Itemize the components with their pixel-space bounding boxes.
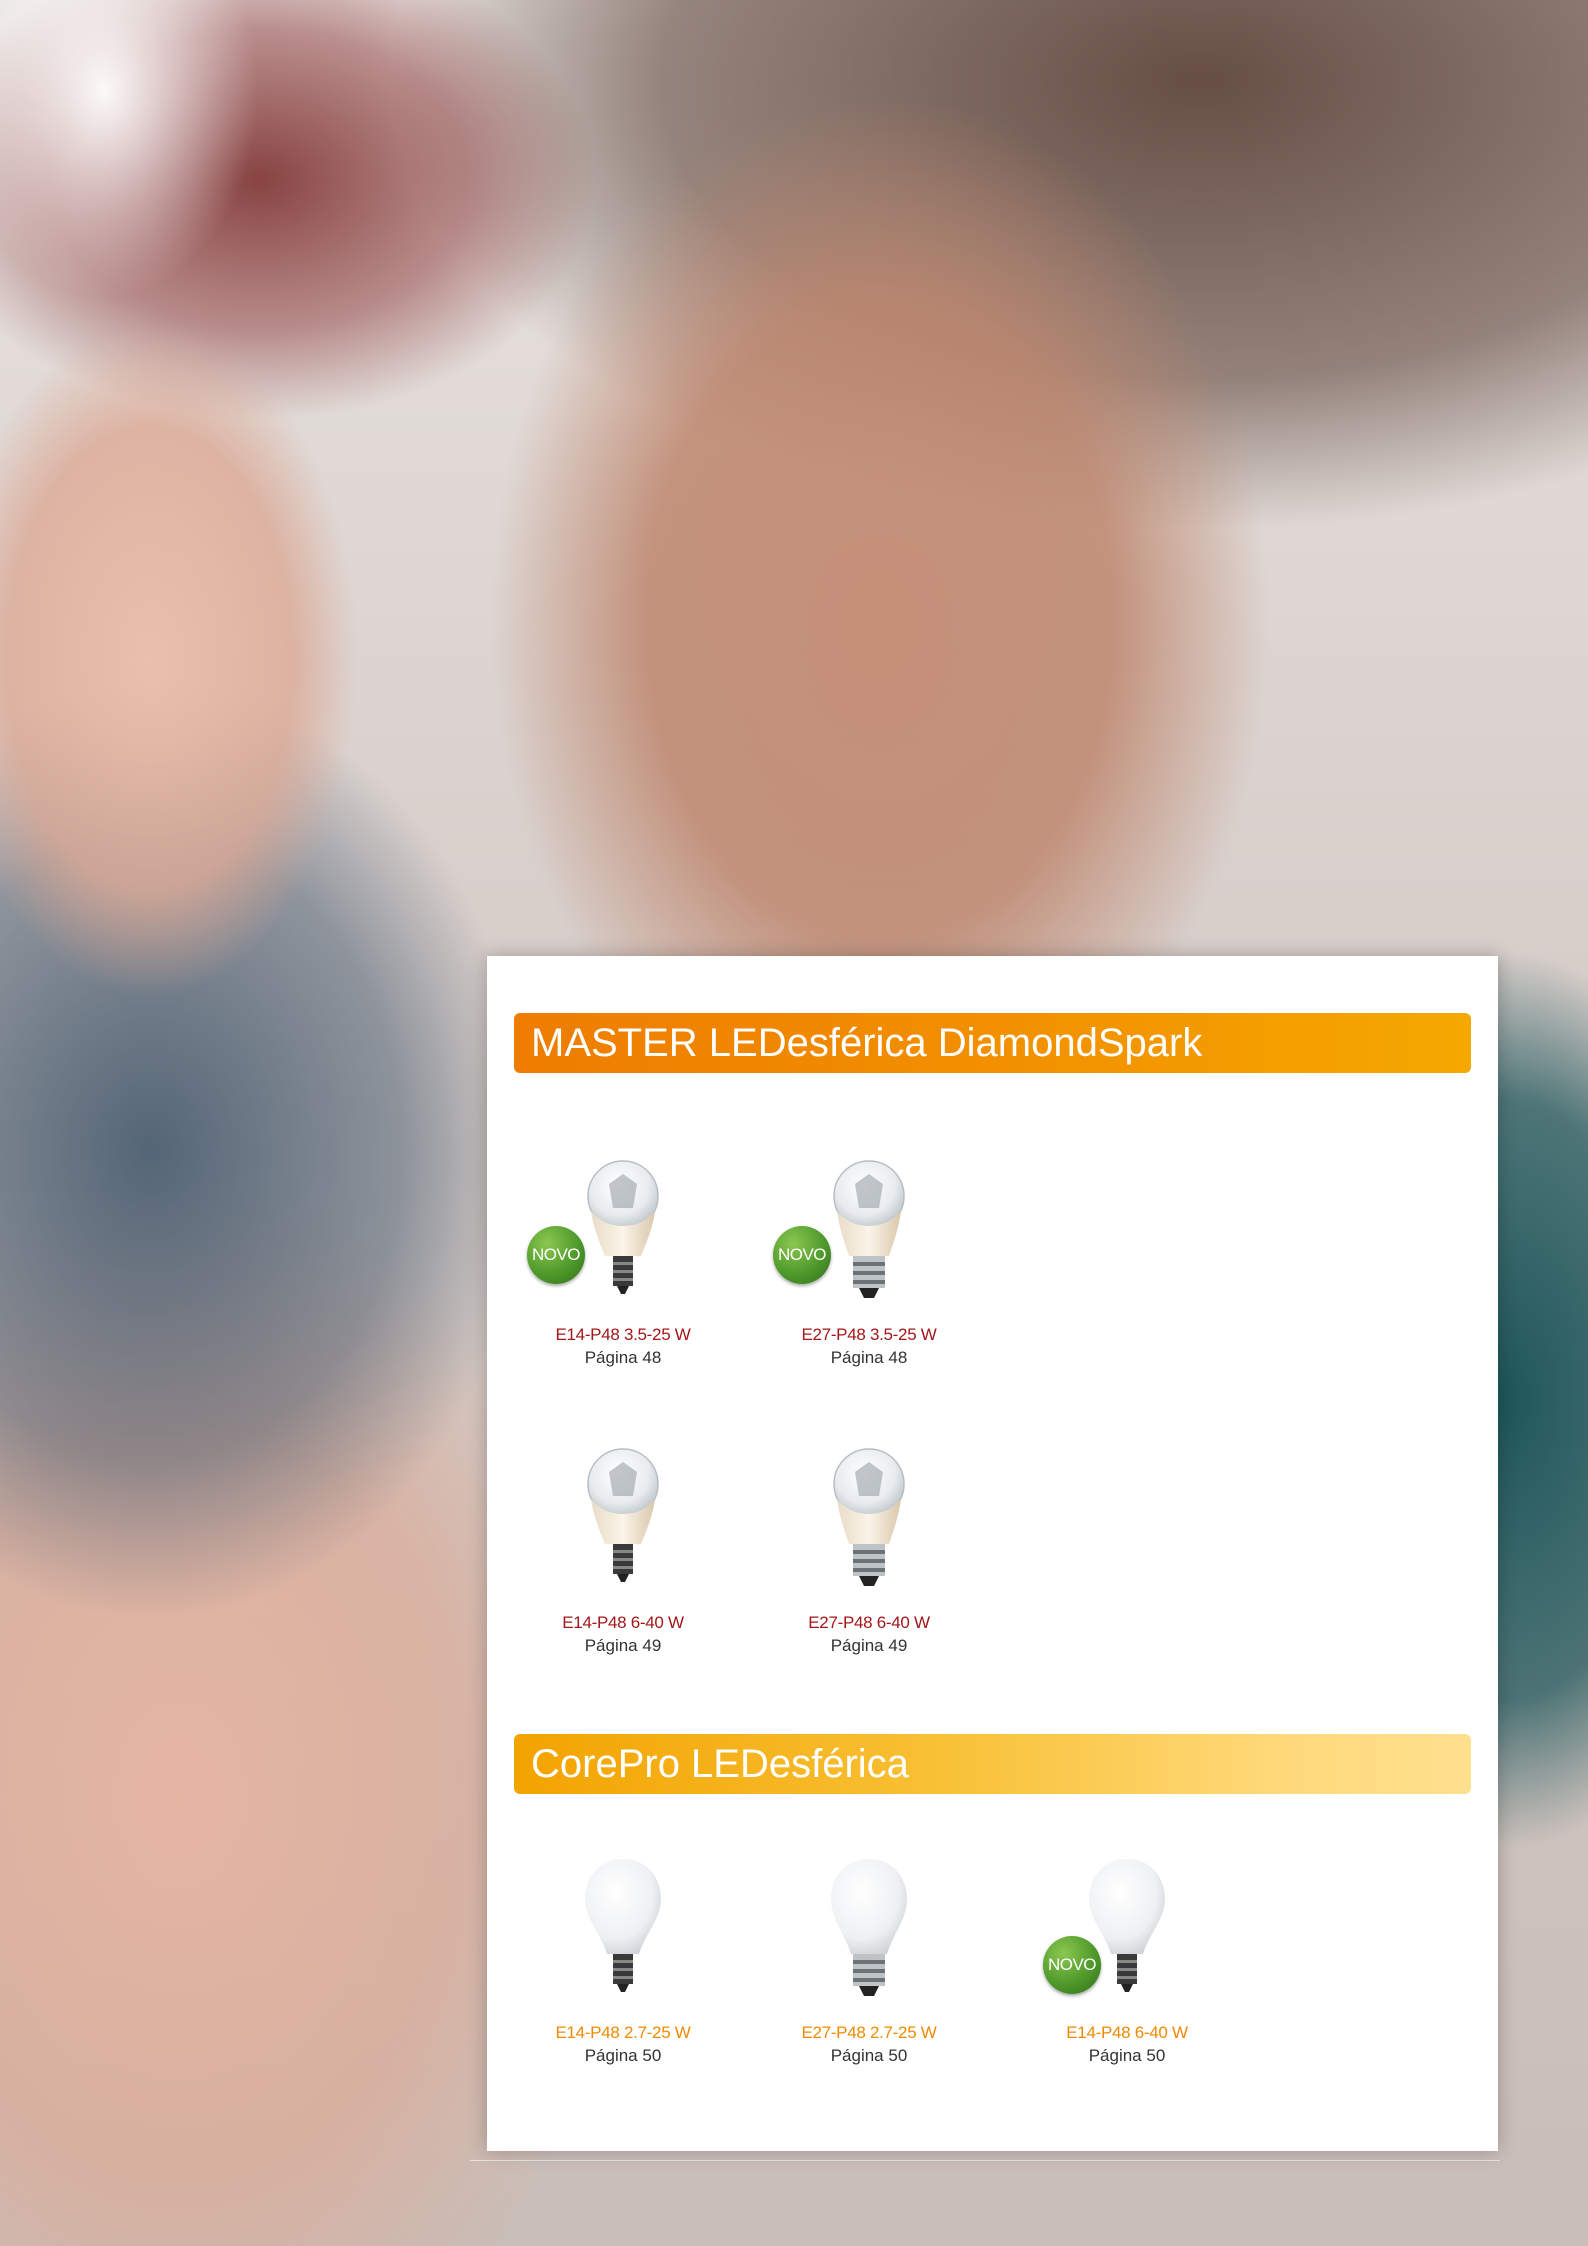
decorative-line (470, 2160, 1500, 2161)
clear-bulb-e27-icon (833, 1160, 905, 1298)
frosted-bulb-e14-icon (585, 1859, 661, 1992)
page-reference: Página 50 (1088, 2046, 1166, 2065)
bulb-image (513, 1854, 733, 2014)
section-title-corepro: CorePro LEDesférica (514, 1734, 1471, 1794)
bulb-image (759, 1444, 979, 1604)
product-name: E27-P48 3.5-25 W (801, 1325, 937, 1344)
page-reference: Página 50 (830, 2046, 908, 2065)
product-card[interactable]: E14-P48 2.7-25 W Página 50 (513, 1854, 733, 2068)
bulb-image: NOVO (759, 1156, 979, 1316)
page-reference: Página 50 (584, 2046, 662, 2065)
novo-badge: NOVO (527, 1226, 585, 1284)
bulb-image (513, 1444, 733, 1604)
page-reference: Página 49 (830, 1636, 908, 1655)
product-card[interactable]: E27-P48 6-40 W Página 49 (759, 1444, 979, 1658)
product-name: E27-P48 6-40 W (808, 1613, 930, 1632)
product-card[interactable]: E14-P48 6-40 W Página 49 (513, 1444, 733, 1658)
product-name: E27-P48 2.7-25 W (801, 2023, 937, 2042)
novo-badge: NOVO (773, 1226, 831, 1284)
page-reference: Página 49 (584, 1636, 662, 1655)
product-card[interactable]: NOVO E27-P48 3.5-25 W Página 48 (759, 1156, 979, 1370)
product-name: E14-P48 6-40 W (562, 1613, 684, 1632)
page-reference: Página 48 (830, 1348, 908, 1367)
product-name: E14-P48 3.5-25 W (555, 1325, 691, 1344)
frosted-bulb-e27-icon (831, 1859, 907, 1996)
section-title-master: MASTER LEDesférica DiamondSpark (514, 1013, 1471, 1073)
page-reference: Página 48 (584, 1348, 662, 1367)
clear-bulb-e14-icon (587, 1448, 659, 1582)
clear-bulb-e27-icon (833, 1448, 905, 1586)
light-glow (0, 0, 260, 300)
bulb-image: NOVO (513, 1156, 733, 1316)
bulb-image (759, 1854, 979, 2014)
product-card[interactable]: NOVO E14-P48 3.5-25 W Página 48 (513, 1156, 733, 1370)
product-name: E14-P48 2.7-25 W (555, 2023, 691, 2042)
product-panel: MASTER LEDesférica DiamondSpark NOVO E14… (487, 956, 1498, 2151)
bulb-image: NOVO (1017, 1854, 1237, 2014)
product-card[interactable]: NOVO E14-P48 6-40 W Página 50 (1017, 1854, 1237, 2068)
novo-badge: NOVO (1043, 1936, 1101, 1994)
clear-bulb-e14-icon (587, 1160, 659, 1294)
product-name: E14-P48 6-40 W (1066, 2023, 1188, 2042)
frosted-bulb-e14-icon (1089, 1859, 1165, 1992)
product-card[interactable]: E27-P48 2.7-25 W Página 50 (759, 1854, 979, 2068)
